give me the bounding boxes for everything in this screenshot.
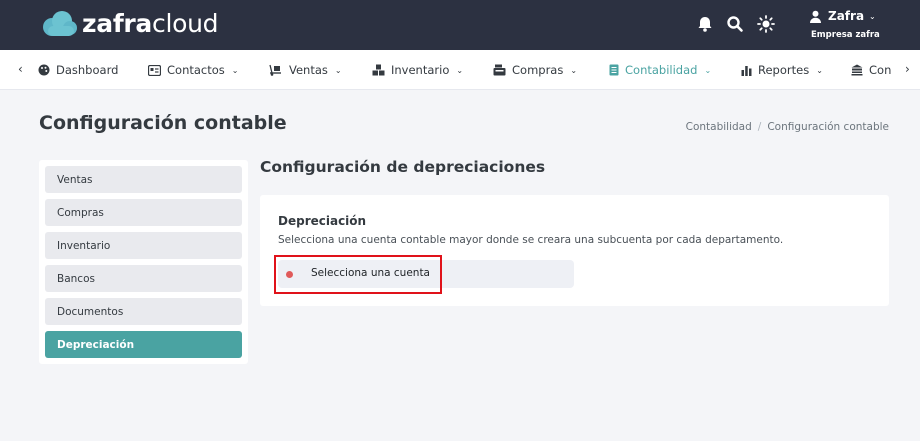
chevron-down-icon: ⌄ bbox=[334, 65, 342, 75]
nav-item-compras[interactable]: Compras ⌄ bbox=[493, 50, 578, 89]
chevron-down-icon: ⌄ bbox=[456, 65, 464, 75]
bell-icon[interactable] bbox=[695, 14, 715, 34]
breadcrumb: Contabilidad / Configuración contable bbox=[686, 121, 889, 133]
sidebar-item-label: Inventario bbox=[57, 239, 111, 252]
page-title: Configuración contable bbox=[39, 112, 287, 134]
user-icon bbox=[810, 10, 821, 23]
highlight-box bbox=[274, 255, 442, 294]
nav-label: Contactos bbox=[167, 63, 225, 77]
brand-name: zafracloud bbox=[82, 9, 219, 38]
card-title: Depreciación bbox=[278, 214, 367, 228]
nav-item-ventas[interactable]: Ventas ⌄ bbox=[269, 50, 342, 89]
sidebar-item-bancos[interactable]: Bancos bbox=[45, 265, 242, 292]
nav-item-dashboard[interactable]: Dashboard bbox=[38, 50, 119, 89]
cloud-logo-icon bbox=[43, 11, 77, 36]
user-menu[interactable]: Zafra ⌄ Empresa zafra bbox=[809, 8, 909, 40]
nav-label: Dashboard bbox=[56, 63, 119, 77]
card-description: Selecciona una cuenta contable mayor don… bbox=[278, 234, 784, 246]
user-name: Zafra bbox=[828, 9, 865, 23]
sun-icon[interactable] bbox=[756, 14, 776, 34]
sidebar-item-documentos[interactable]: Documentos bbox=[45, 298, 242, 325]
nav-label: Inventario bbox=[391, 63, 450, 77]
breadcrumb-separator: / bbox=[757, 121, 762, 133]
boxes-icon bbox=[372, 64, 385, 76]
chevron-down-icon: ⌄ bbox=[869, 11, 876, 21]
search-icon[interactable] bbox=[725, 14, 745, 34]
breadcrumb-item[interactable]: Contabilidad bbox=[686, 121, 752, 133]
nav-label: Compras bbox=[512, 63, 564, 77]
palette-icon bbox=[38, 64, 50, 76]
settings-sidebar: Ventas Compras Inventario Bancos Documen… bbox=[39, 160, 248, 364]
nav-item-contabilidad[interactable]: Contabilidad ⌄ bbox=[609, 50, 712, 89]
sidebar-item-compras[interactable]: Compras bbox=[45, 199, 242, 226]
cash-register-icon bbox=[493, 64, 506, 76]
nav-scroll-right-icon[interactable]: › bbox=[901, 62, 910, 76]
nav-label: Con bbox=[869, 63, 892, 77]
sidebar-item-depreciacion[interactable]: Depreciación bbox=[45, 331, 242, 358]
dolly-icon bbox=[269, 64, 281, 76]
chevron-down-icon: ⌄ bbox=[704, 65, 712, 75]
nav-label: Ventas bbox=[289, 63, 328, 77]
breadcrumb-item-current: Configuración contable bbox=[767, 121, 889, 133]
nav-item-inventario[interactable]: Inventario ⌄ bbox=[372, 50, 464, 89]
main-nav: ‹ Dashboard Contactos ⌄ Ventas ⌄ Inventa… bbox=[0, 50, 920, 90]
ledger-icon bbox=[609, 64, 619, 76]
nav-scroll-left-icon[interactable]: ‹ bbox=[18, 62, 23, 76]
nav-label: Reportes bbox=[758, 63, 810, 77]
chevron-down-icon: ⌄ bbox=[816, 65, 823, 75]
contacts-card-icon bbox=[148, 64, 161, 76]
bank-icon bbox=[851, 64, 863, 76]
nav-item-con[interactable]: Con bbox=[851, 50, 892, 89]
sidebar-item-inventario[interactable]: Inventario bbox=[45, 232, 242, 259]
bar-chart-icon bbox=[741, 65, 752, 76]
nav-label: Contabilidad bbox=[625, 63, 698, 77]
nav-item-reportes[interactable]: Reportes ⌄ bbox=[741, 50, 823, 89]
company-name: Empresa zafra bbox=[811, 30, 880, 40]
section-title: Configuración de depreciaciones bbox=[260, 158, 546, 176]
sidebar-item-label: Ventas bbox=[57, 173, 93, 186]
logo[interactable]: zafracloud bbox=[40, 9, 219, 39]
chevron-down-icon: ⌄ bbox=[570, 65, 578, 75]
nav-item-contactos[interactable]: Contactos ⌄ bbox=[148, 50, 239, 89]
sidebar-item-label: Depreciación bbox=[57, 338, 135, 351]
chevron-down-icon: ⌄ bbox=[231, 65, 239, 75]
sidebar-item-label: Compras bbox=[57, 206, 104, 219]
top-bar: zafracloud Zafra ⌄ Empresa zafra bbox=[0, 0, 920, 50]
sidebar-item-label: Documentos bbox=[57, 305, 124, 318]
sidebar-item-ventas[interactable]: Ventas bbox=[45, 166, 242, 193]
sidebar-item-label: Bancos bbox=[57, 272, 95, 285]
